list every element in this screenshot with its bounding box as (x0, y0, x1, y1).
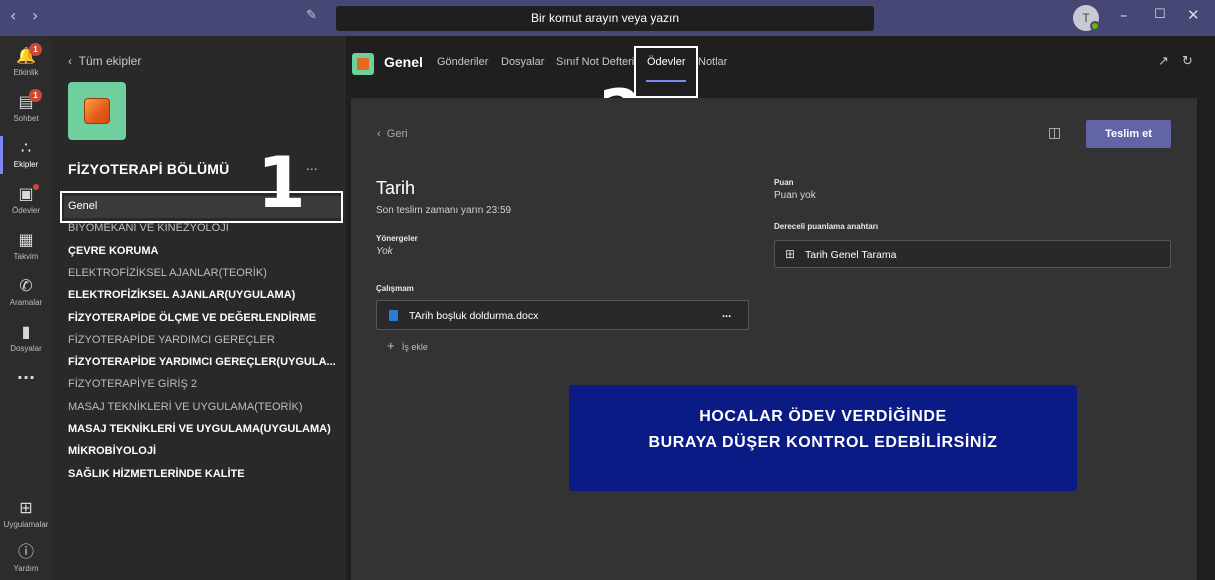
calendar-icon: ▦ (18, 230, 34, 249)
plus-icon: + (387, 338, 402, 353)
tab-files[interactable]: Dosyalar (501, 56, 544, 68)
team-logo (68, 82, 126, 140)
tab-notes[interactable]: Notlar (698, 56, 727, 68)
channel-item[interactable]: SAĞLIK HİZMETLERİNDE KALİTE (68, 468, 245, 480)
attached-file[interactable]: TArih boşluk doldurma.docx ... (376, 300, 749, 330)
app-chat-label: Sohbet (13, 114, 39, 123)
annotation-box-2 (634, 46, 698, 98)
channel-item[interactable]: FİZYOTERAPİYE GİRİŞ 2 (68, 378, 197, 390)
assignment-view: ‹ Geri ◫ Teslim et Tarih Son teslim zama… (351, 98, 1197, 580)
rubric-item[interactable]: ⊞ Tarih Genel Tarama (774, 240, 1171, 268)
help-icon: ⓘ (17, 542, 34, 561)
due-date: Son teslim zamanı yarın 23:59 (376, 205, 512, 216)
tab-class-notebook[interactable]: Sınıf Not Defteri (556, 56, 634, 68)
maximize-icon[interactable]: ☐ (1154, 7, 1166, 22)
file-name: TArih boşluk doldurma.docx (409, 310, 539, 322)
add-work-button[interactable]: + İş ekle (387, 338, 428, 353)
instructions-label: Yönergeler (376, 234, 418, 243)
channel-item[interactable]: MİKROBİYOLOJİ (68, 445, 156, 457)
channel-item[interactable]: FİZYOTERAPİDE ÖLÇME VE DEĞERLENDİRME (68, 312, 316, 324)
banner-line-2: BURAYA DÜŞER KONTROL EDEBİLİRSİNİZ (648, 434, 998, 451)
expand-icon[interactable]: ↗ (1158, 54, 1169, 69)
app-assignments[interactable]: ▣ Ödevler (0, 178, 52, 224)
team-logo-mark (84, 98, 110, 124)
search-input[interactable]: Bir komut arayın veya yazın (336, 6, 874, 31)
app-help-label: Yardım (13, 564, 39, 573)
rubric-grid-icon: ⊞ (785, 247, 796, 261)
channel-item[interactable]: FİZYOTERAPİDE YARDIMCI GEREÇLER(UYGULA..… (68, 356, 336, 368)
banner-line-1: HOCALAR ÖDEV VERDİĞİNDE (699, 408, 947, 425)
chevron-left-icon: ‹ (68, 54, 79, 68)
chevron-left-icon: ‹ (377, 128, 387, 140)
channel-item[interactable]: MASAJ TEKNİKLERİ VE UYGULAMA(TEORİK) (68, 401, 303, 413)
instructions-value: Yok (376, 246, 393, 257)
channel-item[interactable]: MASAJ TEKNİKLERİ VE UYGULAMA(UYGULAMA) (68, 423, 331, 435)
reload-icon[interactable]: ↻ (1182, 54, 1193, 69)
app-calendar-label: Takvim (13, 252, 39, 261)
back-label: Geri (386, 128, 408, 140)
more-apps-icon: ... (16, 364, 36, 383)
title-bar: ‹ › ✎ Bir komut arayın veya yazın T – ☐ … (0, 0, 1215, 36)
channel-item[interactable]: FİZYOTERAPİDE YARDIMCI GEREÇLER (68, 334, 275, 346)
word-file-icon (389, 310, 398, 321)
nav-back-icon[interactable]: ‹ (10, 6, 16, 25)
activity-badge: 1 (29, 43, 42, 56)
teams-window: ‹ › ✎ Bir komut arayın veya yazın T – ☐ … (0, 0, 1215, 580)
channel-item[interactable]: BİYOMEKANİ VE KİNEZYOLOJİ (68, 222, 229, 234)
app-teams[interactable]: ∴ Ekipler (0, 132, 52, 178)
file-more-icon[interactable]: ... (722, 308, 731, 320)
assignments-dot (33, 184, 39, 190)
channel-item[interactable]: ELEKTROFİZİKSEL AJANLAR(UYGULAMA) (68, 289, 295, 301)
team-more-icon[interactable]: ... (306, 157, 318, 173)
app-store[interactable]: ⊞ Uygulamalar (0, 492, 52, 538)
app-files-label: Dosyalar (10, 344, 42, 353)
chat-badge: 1 (29, 89, 42, 102)
apps-icon: ⊞ (19, 498, 33, 517)
app-activity-label: Etkinlik (13, 68, 39, 77)
points-label: Puan (774, 178, 794, 187)
channel-header: Genel Gönderiler Dosyalar Sınıf Not Deft… (346, 36, 1215, 144)
compose-icon[interactable]: ✎ (306, 8, 317, 23)
phone-icon: ✆ (19, 276, 33, 295)
minimize-icon[interactable]: – (1120, 6, 1128, 24)
info-banner: HOCALAR ÖDEV VERDİĞİNDE BURAYA DÜŞER KON… (569, 385, 1077, 491)
back-button[interactable]: ‹ Geri (377, 128, 408, 140)
team-panel: ‹ Tüm ekipler FİZYOTERAPİ BÖLÜMÜ ... Gen… (52, 36, 346, 580)
tab-posts[interactable]: Gönderiler (437, 56, 488, 68)
app-calendar[interactable]: ▦ Takvim (0, 224, 52, 270)
status-available-icon (1090, 21, 1100, 31)
app-activity[interactable]: 🔔 1 Etkinlik (0, 40, 52, 86)
all-teams-link[interactable]: ‹ Tüm ekipler (68, 54, 141, 68)
all-teams-label: Tüm ekipler (78, 54, 142, 68)
app-bar: 🔔 1 Etkinlik ▤ 1 Sohbet ∴ Ekipler ▣ Ödev… (0, 36, 52, 580)
close-icon[interactable]: ✕ (1187, 6, 1200, 24)
my-work-label: Çalışmam (376, 284, 414, 293)
channel-item[interactable]: ELEKTROFİZİKSEL AJANLAR(TEORİK) (68, 267, 267, 279)
app-chat[interactable]: ▤ 1 Sohbet (0, 86, 52, 132)
teams-icon: ∴ (20, 138, 32, 157)
files-icon: ▮ (21, 322, 31, 341)
app-assignments-label: Ödevler (11, 206, 40, 215)
channel-title: Genel (384, 54, 423, 70)
points-value: Puan yok (774, 190, 816, 201)
annotation-number-1: 1 (257, 142, 306, 224)
channel-item[interactable]: ÇEVRE KORUMA (68, 245, 158, 257)
rubric-label: Dereceli puanlama anahtarı (774, 222, 879, 231)
channel-logo (352, 53, 374, 75)
rubric-name: Tarih Genel Tarama (805, 249, 897, 261)
nav-forward-icon[interactable]: › (32, 6, 38, 25)
app-files[interactable]: ▮ Dosyalar (0, 316, 52, 362)
channel-logo-mark (357, 58, 369, 70)
team-name: FİZYOTERAPİ BÖLÜMÜ (68, 161, 230, 177)
immersive-reader-icon[interactable]: ◫ (1048, 125, 1061, 141)
submit-button[interactable]: Teslim et (1086, 120, 1171, 148)
assignment-title: Tarih (376, 178, 416, 198)
add-work-label: İş ekle (401, 342, 428, 352)
app-store-label: Uygulamalar (3, 520, 49, 529)
app-help[interactable]: ⓘ Yardım (0, 536, 52, 580)
app-calls[interactable]: ✆ Aramalar (0, 270, 52, 316)
app-more[interactable]: ... (0, 358, 52, 404)
app-teams-label: Ekipler (13, 160, 39, 169)
app-calls-label: Aramalar (9, 298, 43, 307)
